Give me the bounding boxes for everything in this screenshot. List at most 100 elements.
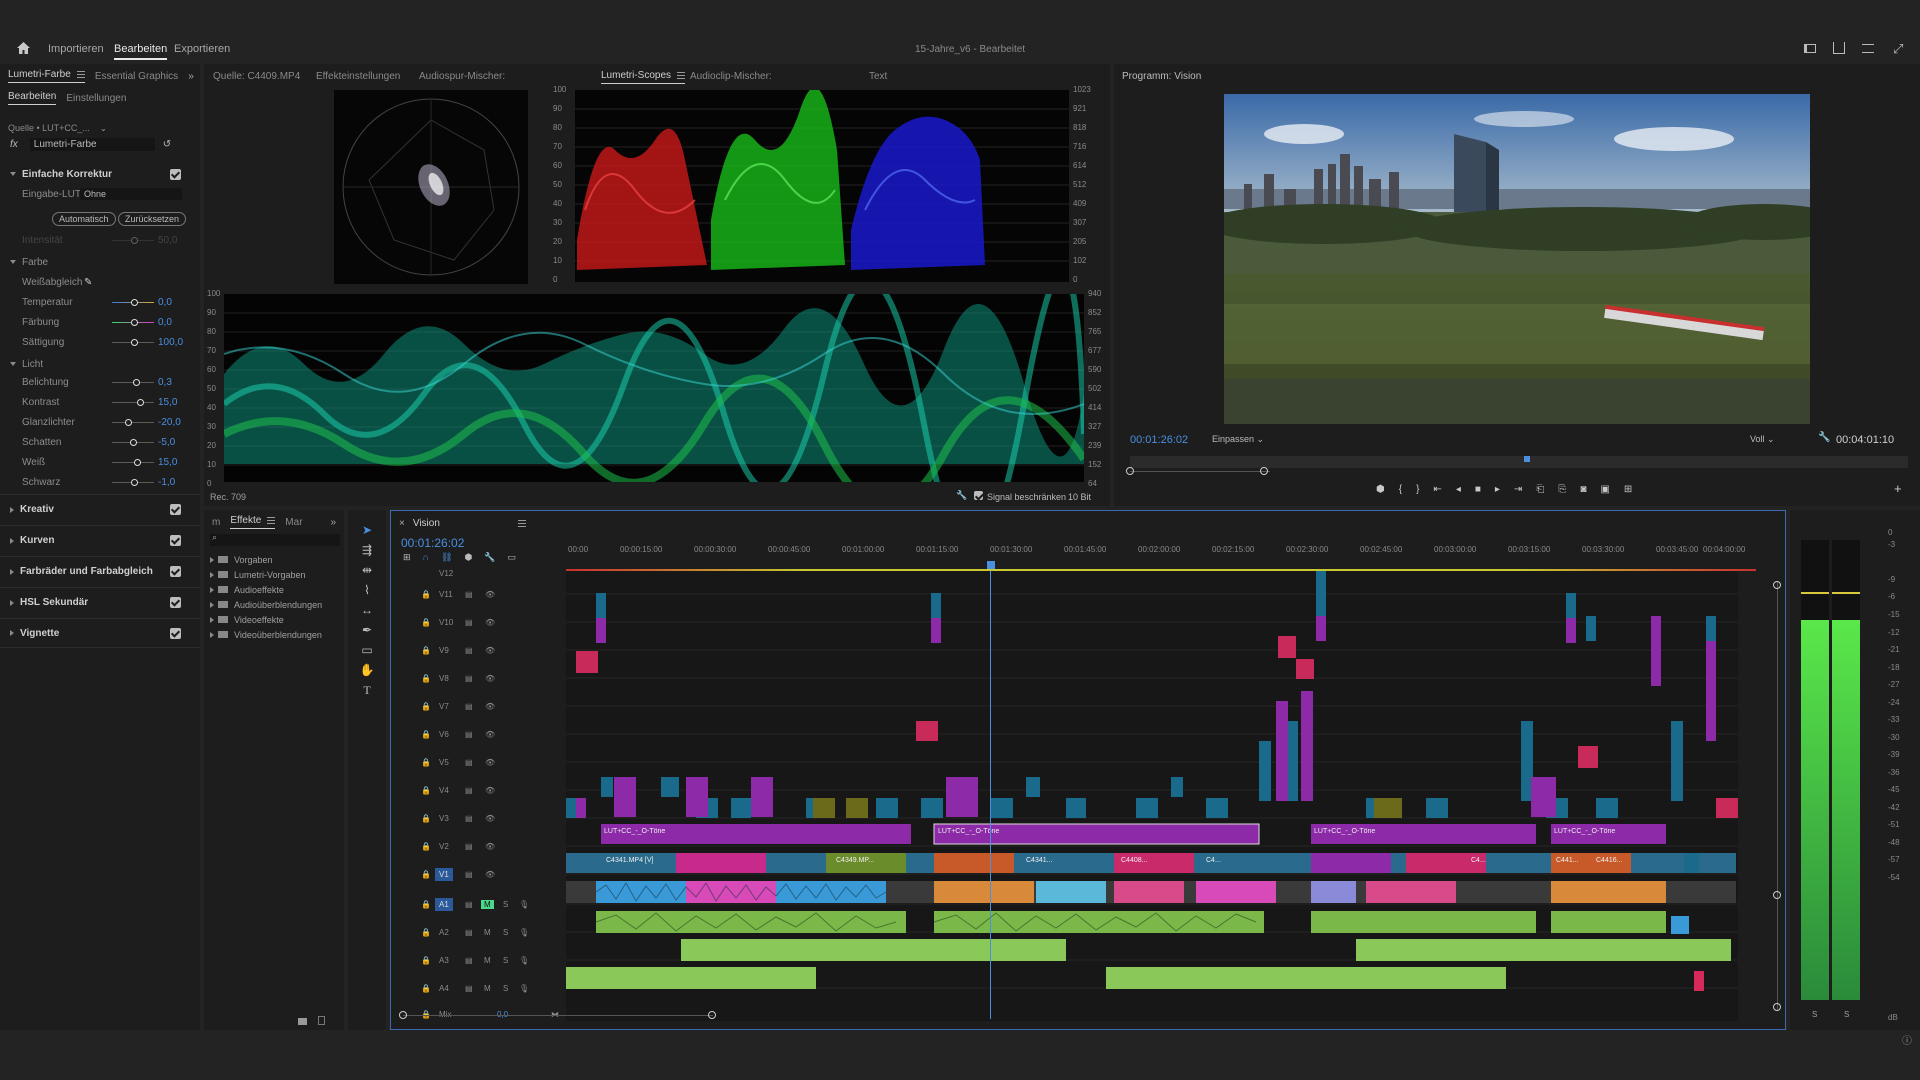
solo-icon[interactable]: S [503, 900, 508, 909]
clip-label-v1-8[interactable]: C4416... [1596, 857, 1622, 864]
eye-icon[interactable]: 👁 [485, 870, 495, 879]
lock-icon[interactable]: 🔒 [421, 618, 431, 627]
tab-audiospur-mischer[interactable]: Audiospur-Mischer: [419, 71, 505, 82]
timeline-h-scrollbar[interactable] [399, 1011, 716, 1019]
fullscreen-icon[interactable]: ⤢ [1893, 41, 1903, 57]
value-faerbung[interactable]: 0,0 [158, 317, 172, 328]
extract-icon[interactable]: ⎘ [1558, 484, 1566, 495]
solo-right-button[interactable]: S [1844, 1010, 1849, 1019]
tab-m[interactable]: m [212, 517, 220, 528]
clip-label-v1-4[interactable]: C4408... [1121, 857, 1147, 864]
folder-videoeffekte[interactable]: Videoeffekte [210, 612, 322, 627]
section-licht[interactable]: Licht [22, 359, 43, 370]
linked-selection-icon[interactable]: ⛓ [441, 552, 452, 563]
sync-icon[interactable]: ▤ [465, 900, 473, 909]
bit-depth-dropdown[interactable]: 10 Bit [1068, 492, 1091, 502]
sync-icon[interactable]: ▤ [465, 814, 473, 823]
sync-icon[interactable]: ▤ [465, 618, 473, 627]
lock-icon[interactable]: 🔒 [421, 900, 431, 909]
slider-kontrast[interactable] [112, 398, 154, 406]
value-weiss[interactable]: 15,0 [158, 457, 177, 468]
clip-label-v1-6[interactable]: C4... [1471, 857, 1486, 864]
vr-icon[interactable]: ⊞ [1624, 484, 1632, 495]
mark-out-icon[interactable]: } [1416, 484, 1419, 495]
mic-icon[interactable]: 🎙 [519, 928, 529, 937]
tab-effekte[interactable]: Effekte [230, 515, 276, 529]
value-saettigung[interactable]: 100,0 [158, 337, 183, 348]
solo-left-button[interactable]: S [1812, 1010, 1817, 1019]
sync-icon[interactable]: ▤ [465, 956, 473, 965]
lock-icon[interactable]: 🔒 [421, 646, 431, 655]
folder-vorgaben[interactable]: Vorgaben [210, 552, 322, 567]
step-forward-icon[interactable]: ▸ [1495, 484, 1500, 495]
folder-audioeffekte[interactable]: Audioeffekte [210, 582, 322, 597]
go-to-out-icon[interactable]: ⇥ [1514, 484, 1522, 495]
value-glanzlichter[interactable]: -20,0 [158, 417, 181, 428]
lock-icon[interactable]: 🔒 [421, 590, 431, 599]
input-lut-dropdown[interactable]: Ohne [80, 188, 182, 200]
panel-menu-icon[interactable] [267, 516, 276, 524]
checkbox-signal-clamp[interactable] [974, 491, 983, 500]
lock-icon[interactable]: 🔒 [421, 814, 431, 823]
slip-tool-icon[interactable]: ↔ [357, 602, 377, 618]
timeline-v-scrollbar[interactable] [1773, 581, 1781, 1011]
selection-tool-icon[interactable]: ➤ [357, 522, 377, 538]
value-temperatur[interactable]: 0,0 [158, 297, 172, 308]
checkbox-kurven[interactable] [170, 535, 181, 546]
reset-icon[interactable]: ↺ [163, 139, 171, 150]
close-icon[interactable]: × [399, 518, 405, 529]
eye-icon[interactable]: 👁 [485, 842, 495, 851]
slider-weiss[interactable] [112, 458, 154, 466]
program-scrubber[interactable] [1130, 456, 1908, 468]
expand-panels-icon[interactable]: » [188, 71, 194, 82]
eye-icon[interactable]: 👁 [485, 786, 495, 795]
compare-icon[interactable]: ▣ [1600, 484, 1609, 495]
marker-icon[interactable]: ⬢ [1376, 484, 1385, 495]
value-belichtung[interactable]: 0,3 [158, 377, 172, 388]
value-intensitaet[interactable]: 50,0 [158, 235, 177, 246]
slider-belichtung[interactable] [112, 378, 154, 386]
lock-icon[interactable]: 🔒 [421, 870, 431, 879]
camera-icon[interactable]: ◙ [1580, 484, 1586, 495]
folder-lumetri-vorgaben[interactable]: Lumetri-Vorgaben [210, 567, 322, 582]
eye-icon[interactable]: 👁 [485, 814, 495, 823]
track-area[interactable]: LUT+CC_-_O-Töne LUT+CC_-_O-Töne LUT+CC_-… [566, 571, 1738, 1021]
clip-label-adjustment-4[interactable]: LUT+CC_-_O-Töne [1554, 828, 1615, 835]
step-back-icon[interactable]: ◂ [1456, 484, 1461, 495]
lock-icon[interactable]: 🔒 [421, 674, 431, 683]
ripple-edit-tool-icon[interactable]: ⇹ [357, 562, 377, 578]
eye-icon[interactable]: 👁 [485, 730, 495, 739]
subtab-einstellungen[interactable]: Einstellungen [66, 93, 126, 104]
lock-icon[interactable]: 🔒 [421, 786, 431, 795]
lock-icon[interactable]: 🔒 [421, 1010, 431, 1019]
checkbox-hsl-sekundaer[interactable] [170, 597, 181, 608]
quality-dropdown[interactable]: Voll ⌄ [1750, 434, 1775, 445]
subtab-bearbeiten[interactable]: Bearbeiten [8, 91, 57, 105]
mic-icon[interactable]: 🎙 [519, 900, 529, 909]
solo-icon[interactable]: S [503, 984, 508, 993]
menu-bearbeiten[interactable]: Bearbeiten [114, 43, 168, 60]
playhead[interactable] [987, 561, 995, 569]
slider-temperatur[interactable] [112, 298, 154, 306]
mute-icon[interactable]: M [484, 984, 491, 993]
folder-audioueberblendungen[interactable]: Audioüberblendungen [210, 597, 322, 612]
clip-label-v1-2[interactable]: C4349.MP... [836, 857, 874, 864]
clip-label-v1-5[interactable]: C4... [1206, 857, 1221, 864]
section-hsl-sekundaer[interactable]: HSL Sekundär [20, 597, 88, 608]
tab-audioclip-mischer[interactable]: Audioclip-Mischer: [690, 71, 772, 82]
rectangle-tool-icon[interactable]: ▭ [357, 642, 377, 658]
lock-icon[interactable]: 🔒 [421, 928, 431, 937]
panel-menu-icon[interactable] [1862, 44, 1874, 53]
time-ruler[interactable]: 00:00 00:00:15:00 00:00:30:00 00:00:45:0… [566, 535, 1756, 571]
clip-label-v1-7[interactable]: C441... [1556, 857, 1579, 864]
menu-importieren[interactable]: Importieren [48, 43, 104, 55]
solo-icon[interactable]: S [503, 956, 508, 965]
checkbox-vignette[interactable] [170, 627, 181, 639]
new-bin-icon[interactable] [298, 1018, 307, 1025]
tab-lumetri-scopes[interactable]: Lumetri-Scopes [601, 70, 686, 84]
eye-icon[interactable]: 👁 [485, 646, 495, 655]
delete-icon[interactable] [318, 1016, 325, 1025]
checkbox-kreativ[interactable] [170, 504, 181, 515]
playhead-marker[interactable] [1524, 456, 1530, 462]
lock-icon[interactable]: 🔒 [421, 984, 431, 993]
